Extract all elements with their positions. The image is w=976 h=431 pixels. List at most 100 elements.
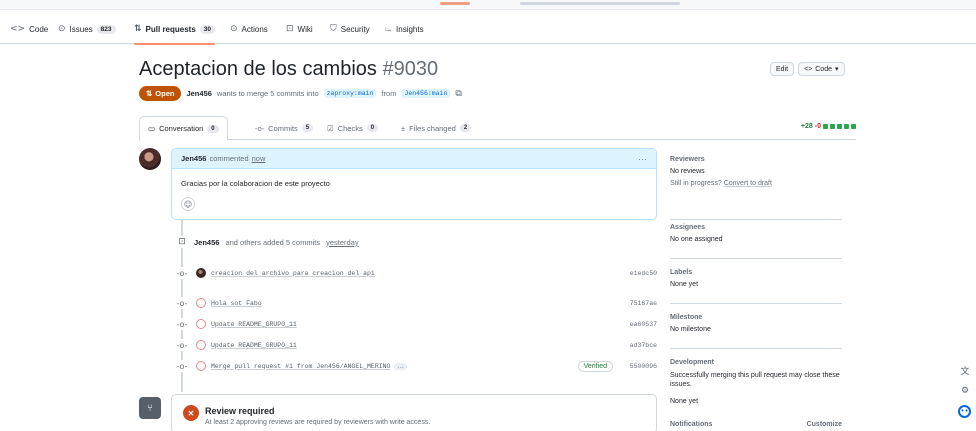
top-strip-mark [440, 2, 470, 5]
nav-pull-requests[interactable]: ⇅ Pull requests 30 [134, 21, 216, 45]
diffstat-block [823, 124, 828, 129]
commit-row: -o- Update README_GRUPO_11 ad37bce [176, 338, 657, 352]
commit-message[interactable]: creacion del archivo para creacion del a… [211, 270, 375, 277]
git-commit-icon: -o- [176, 267, 188, 279]
copy-icon[interactable]: ⧉ [455, 89, 461, 99]
sidebar-development[interactable]: Development Successfully merging this pu… [670, 359, 842, 405]
nav-actions-label: Actions [241, 24, 268, 34]
commit-row: -o- creacion del archivo para creacion d… [176, 266, 657, 280]
comment-time[interactable]: now [252, 154, 266, 163]
comment-author[interactable]: Jen456 [181, 154, 206, 163]
nav-wiki[interactable]: ⊡ Wiki [286, 21, 313, 37]
translate-icon[interactable]: 文 [958, 364, 972, 377]
commit-message[interactable]: Update README_GRUPO_11 [211, 342, 297, 349]
header-actions: Edit <> Code ▾ [770, 62, 845, 76]
sidebar-divider [670, 348, 842, 349]
nav-security-label: Security [340, 24, 370, 34]
browser-top-strip [0, 0, 976, 10]
sidebar-reviewers[interactable]: Reviewers No reviews Still in progress? … [670, 156, 842, 220]
sidebar-reviewers-value: No reviews [670, 168, 705, 175]
nav-insights[interactable]: ⌳ Insights [385, 21, 424, 37]
sidebar-notifications-title: Notifications Customize [670, 421, 842, 428]
merge-text: wants to merge 5 commits into [216, 89, 319, 98]
base-branch[interactable]: zaproxy:main [323, 89, 377, 98]
edit-button[interactable]: Edit [770, 62, 795, 76]
diffstat-block [844, 124, 849, 129]
avatar[interactable] [196, 319, 206, 329]
state-badge-label: Open [155, 89, 175, 98]
avatar[interactable] [139, 148, 161, 170]
nav-issues[interactable]: ⊙ Issues 823 [58, 21, 116, 37]
tab-checks-label: Checks [337, 123, 363, 133]
sidebar-labels-title: Labels [670, 269, 693, 276]
commit-message[interactable]: Hola sot Fabo [211, 300, 262, 307]
tab-files-changed-label: Files changed [409, 123, 456, 133]
sidebar-notifications[interactable]: Notifications Customize [670, 421, 842, 428]
tab-commits[interactable]: -o- Commits 5 [247, 116, 321, 140]
expand-commit-button[interactable]: … [394, 362, 407, 370]
nav-insights-label: Insights [396, 24, 424, 34]
sidebar-labels[interactable]: Labels None yet [670, 269, 842, 304]
pull-requests-counter: 30 [199, 24, 216, 34]
code-dropdown-button[interactable]: <> Code ▾ [798, 62, 845, 76]
top-strip-mark [520, 2, 680, 5]
issues-counter: 823 [96, 24, 116, 34]
git-merge-icon: ⑂ [139, 397, 161, 419]
nav-security[interactable]: ⛉ Security [330, 21, 370, 37]
commit-sha[interactable]: ad37bce [630, 342, 657, 349]
smiley-icon[interactable]: ☺ [181, 197, 195, 211]
event-author[interactable]: Jen456 [194, 238, 219, 247]
nav-wiki-label: Wiki [297, 24, 313, 34]
sidebar-assignees[interactable]: Assignees No one assigned [670, 224, 842, 259]
diffstat-block [851, 124, 856, 129]
nav-code[interactable]: <> Code [10, 21, 48, 37]
git-commit-icon: -o- [176, 360, 188, 372]
review-required-title: Review required [205, 406, 275, 416]
avatar[interactable] [196, 268, 206, 278]
git-commit-icon: -o- [176, 318, 188, 330]
diffstat-block [837, 124, 842, 129]
nav-pull-requests-label: Pull requests [145, 24, 196, 34]
code-button-label: Code [815, 65, 832, 73]
commit-row: -o- Update README_GRUPO_11 ea60537 [176, 317, 657, 331]
comment-card: Jen456 commented now ··· Gracias por la … [171, 148, 657, 220]
verified-badge[interactable]: Verified [577, 360, 613, 372]
accessibility-icon[interactable]: ⚙ [958, 386, 972, 396]
commit-message[interactable]: Update README_GRUPO_11 [211, 321, 297, 328]
play-icon: ⊙ [230, 24, 238, 34]
state-badge: ⇅ Open [139, 86, 182, 101]
kebab-horizontal-icon[interactable]: ··· [638, 154, 647, 164]
commit-sha[interactable]: e1edc50 [630, 270, 657, 277]
still-in-progress: Still in progress? [670, 180, 722, 187]
commit-sha[interactable]: 75167ae [630, 300, 657, 307]
commit-row: -o- Hola sot Fabo 75167ae [176, 296, 657, 310]
avatar[interactable] [196, 298, 206, 308]
avatar[interactable] [196, 361, 206, 371]
nav-code-label: Code [29, 24, 49, 34]
sidebar-notifications-label: Notifications [670, 421, 713, 428]
sidebar-milestone[interactable]: Milestone No milestone [670, 314, 842, 349]
sidebar-development-none: None yet [670, 398, 699, 405]
commit-sha[interactable]: 5500096 [630, 363, 657, 370]
comment-header: Jen456 commented now ··· [172, 149, 656, 169]
convert-to-draft-link[interactable]: Convert to draft [724, 180, 772, 187]
tab-conversation-label: Conversation [159, 124, 204, 133]
commit-sha[interactable]: ea60537 [630, 321, 657, 328]
file-diff-icon: ± [401, 123, 406, 133]
assistant-icon[interactable]: •• [958, 405, 971, 418]
author-link[interactable]: Jen456 [186, 89, 211, 98]
event-time[interactable]: yesterday [326, 238, 359, 247]
customize-link[interactable]: Customize [807, 421, 842, 428]
nav-actions[interactable]: ⊙ Actions [230, 21, 268, 37]
x-circle-icon: ✕ [183, 405, 199, 421]
sidebar-development-title: Development [670, 359, 714, 366]
commit-message[interactable]: Merge pull request #1 from Jen456/ANGEL_… [211, 363, 390, 370]
avatar[interactable] [196, 340, 206, 350]
repo-nav: <> Code ⊙ Issues 823 ⇅ Pull requests 30 … [0, 14, 976, 45]
head-branch[interactable]: Jen456:main [401, 89, 451, 98]
code-icon: <> [804, 65, 813, 73]
sidebar-divider [670, 258, 842, 259]
tab-conversation[interactable]: ▭ Conversation 0 [139, 116, 228, 141]
tab-files-changed[interactable]: ± Files changed 2 [393, 116, 479, 140]
tab-checks[interactable]: ☑ Checks 0 [319, 116, 386, 140]
